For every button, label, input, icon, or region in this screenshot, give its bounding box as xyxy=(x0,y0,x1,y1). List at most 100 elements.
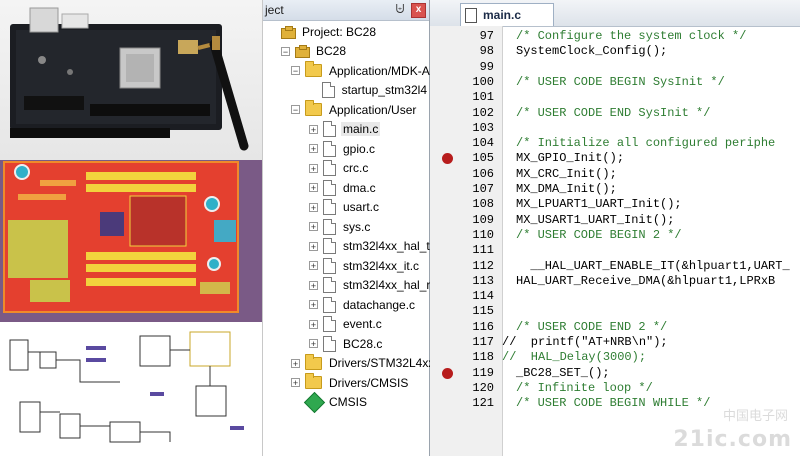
file-icon xyxy=(323,257,336,274)
code-text: /* Initialize all configured periphe xyxy=(516,136,776,151)
expand-icon[interactable]: + xyxy=(309,124,318,134)
tree-item[interactable]: + BC28.c xyxy=(263,334,429,354)
tree-item[interactable]: − Application/User xyxy=(263,100,429,120)
collapse-icon[interactable]: − xyxy=(291,66,300,76)
collapse-icon[interactable]: − xyxy=(291,105,300,115)
file-icon xyxy=(323,296,336,313)
tree-item[interactable]: + gpio.c xyxy=(263,139,429,159)
code-line[interactable]: 104 /* Initialize all configured periphe xyxy=(472,136,800,151)
code-line[interactable]: 119 _BC28_SET_(); xyxy=(442,366,800,381)
code-line[interactable]: 116 /* USER CODE END 2 */ xyxy=(472,319,800,335)
code-text: MX_USART1_UART_Init(); xyxy=(516,212,675,227)
code-line[interactable]: 103 xyxy=(472,121,800,136)
line-number: 98 xyxy=(479,44,494,59)
line-number: 102 xyxy=(472,105,494,120)
expand-icon[interactable]: + xyxy=(309,222,318,232)
tree-item[interactable]: − BC28 xyxy=(263,42,429,62)
code-line[interactable]: 111 xyxy=(472,243,800,258)
tree-item-label: startup_stm32l4 xyxy=(341,83,427,98)
tree-item[interactable]: + stm32l4xx_hal_r xyxy=(263,276,430,296)
tree-item[interactable]: startup_stm32l4 xyxy=(263,81,429,101)
tree-item-label: crc.c xyxy=(343,161,369,176)
tree-item[interactable]: + main.c xyxy=(263,120,429,140)
expand-icon[interactable]: + xyxy=(309,163,318,173)
code-line[interactable]: 109 MX_USART1_UART_Init(); xyxy=(472,212,800,228)
expand-icon[interactable]: + xyxy=(309,241,318,251)
code-line[interactable]: 108 MX_LPUART1_UART_Init(); xyxy=(472,197,800,212)
tree-item[interactable]: + usart.c xyxy=(263,198,429,218)
code-line[interactable]: 105 MX_GPIO_Init(); xyxy=(442,151,800,166)
tab-label: main.c xyxy=(483,8,522,22)
line-number: 116 xyxy=(472,319,494,334)
code-line[interactable]: 118 // HAL_Delay(3000); xyxy=(472,350,800,365)
dev-board-photo xyxy=(0,0,262,160)
tree-item[interactable]: + Drivers/CMSIS xyxy=(263,373,429,393)
code-line[interactable]: 110 /* USER CODE BEGIN 2 */ xyxy=(472,227,800,243)
expand-icon[interactable]: + xyxy=(309,202,318,212)
expand-icon[interactable]: + xyxy=(309,280,318,290)
tree-item[interactable]: + crc.c xyxy=(263,159,429,179)
line-number: 105 xyxy=(472,151,494,166)
line-number: 104 xyxy=(472,136,494,151)
expand-icon[interactable]: + xyxy=(309,144,318,154)
tree-item[interactable]: + stm32l4xx_hal_t xyxy=(263,237,430,257)
code-line[interactable]: 106 MX_CRC_Init(); xyxy=(472,167,800,182)
line-number: 106 xyxy=(472,166,494,181)
tree-item-label: Project: BC28 xyxy=(302,24,377,39)
expand-icon[interactable]: + xyxy=(309,339,318,349)
code-line[interactable]: 98 SystemClock_Config(); xyxy=(480,44,800,59)
editor-tab-bar: main.c xyxy=(430,0,800,27)
code-line[interactable]: 101 xyxy=(472,90,800,105)
folder-icon xyxy=(305,373,322,390)
tree-item-label: main.c xyxy=(341,122,381,137)
code-area[interactable]: 97 /* Configure the system clock */ 98 Syst… xyxy=(442,26,800,456)
tree-item-label: Drivers/CMSIS xyxy=(329,375,409,390)
tree-item[interactable]: + datachange.c xyxy=(263,295,429,315)
tree-item[interactable]: CMSIS xyxy=(263,391,429,413)
tab-main-c[interactable]: main.c xyxy=(460,3,554,26)
code-line[interactable]: 115 xyxy=(472,304,800,319)
tree-item[interactable]: + event.c xyxy=(263,315,429,335)
tree-item[interactable]: − Application/MDK-A xyxy=(263,61,430,81)
code-line[interactable]: 99 xyxy=(480,60,800,75)
code-text: MX_DMA_Init(); xyxy=(516,182,617,196)
tree-item[interactable]: + sys.c xyxy=(263,217,429,237)
code-text: HAL_UART_Receive_DMA(&hlpuart1,LPRxB xyxy=(516,273,776,288)
file-icon xyxy=(323,335,336,352)
pin-icon[interactable]: ⨄ xyxy=(393,2,407,16)
tree-item[interactable]: + stm32l4xx_it.c xyxy=(263,256,429,276)
code-text: /* USER CODE BEGIN SysInit */ xyxy=(516,74,725,89)
close-icon[interactable]: x xyxy=(411,3,426,18)
code-line[interactable]: 117 // printf("AT+NRB\n"); xyxy=(472,335,800,350)
expand-icon[interactable]: + xyxy=(291,378,300,388)
file-icon xyxy=(323,121,336,138)
code-line[interactable]: 100 /* USER CODE BEGIN SysInit */ xyxy=(472,74,800,90)
collapse-icon[interactable]: − xyxy=(281,46,290,56)
tree-item[interactable]: + dma.c xyxy=(263,178,429,198)
tree-item[interactable]: + Drivers/STM32L4xx_ xyxy=(263,353,441,374)
line-number: 107 xyxy=(472,182,494,196)
expand-icon[interactable]: + xyxy=(309,300,318,310)
code-line[interactable]: 107 MX_DMA_Init(); xyxy=(472,182,800,197)
file-icon xyxy=(323,179,336,196)
expand-icon[interactable]: + xyxy=(309,183,318,193)
code-line[interactable]: 113 HAL_UART_Receive_DMA(&hlpuart1,LPRxB xyxy=(472,273,800,289)
expand-icon[interactable]: + xyxy=(309,261,318,271)
tree-item-label: Drivers/STM32L4xx_ xyxy=(329,356,442,371)
code-line[interactable]: 102 /* USER CODE END SysInit */ xyxy=(472,106,800,121)
tree-item[interactable]: Project: BC28 xyxy=(263,22,429,42)
breakpoint-icon[interactable] xyxy=(442,367,453,379)
code-line[interactable]: 114 xyxy=(472,289,800,304)
file-icon xyxy=(323,238,336,255)
expand-icon[interactable]: + xyxy=(309,319,318,329)
tree-item-label: Application/User xyxy=(329,102,417,117)
code-line[interactable]: 97 /* Configure the system clock */ xyxy=(480,29,800,44)
file-icon xyxy=(323,140,336,157)
code-text: /* USER CODE BEGIN 2 */ xyxy=(516,227,682,242)
expand-icon[interactable]: + xyxy=(291,358,300,368)
code-line[interactable]: 120 /* Infinite loop */ xyxy=(472,381,800,396)
line-number: 109 xyxy=(472,212,494,227)
code-line[interactable]: 112 __HAL_UART_ENABLE_IT(&hlpuart1,UART_ xyxy=(472,259,800,274)
code-text: /* USER CODE END 2 */ xyxy=(516,319,668,334)
code-text: MX_GPIO_Init(); xyxy=(516,151,625,166)
